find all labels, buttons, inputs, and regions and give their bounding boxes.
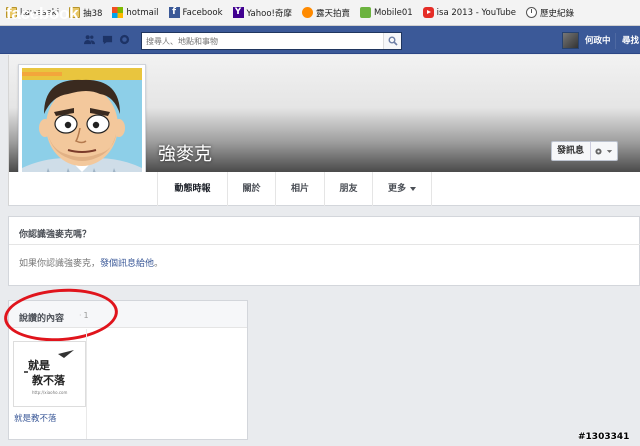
user-name-link[interactable]: 何政中 [585, 34, 611, 46]
tab-about[interactable]: 關於 [227, 172, 275, 206]
yahoo-icon: Y [232, 7, 244, 18]
chevron-down-icon [606, 149, 613, 153]
page-logo-line2: 教不落 [31, 373, 66, 387]
user-avatar[interactable] [562, 32, 579, 49]
search-box [141, 32, 402, 50]
header-divider [615, 33, 616, 49]
bookmarks-bar: kawasaki 抽38 hotmail f Facebook Y Yahoo!奇摩… [0, 0, 640, 26]
bookmark-facebook[interactable]: f Facebook [166, 2, 226, 24]
ruten-icon [301, 7, 313, 18]
card-divider [9, 244, 640, 245]
cartoon-face-image [22, 68, 142, 188]
find-friends-link[interactable]: 尋找 [622, 34, 639, 46]
messages-icon[interactable] [102, 34, 113, 45]
profile-name[interactable]: 強麥克 [158, 140, 212, 166]
bookmark-yahoo[interactable]: Y Yahoo!奇摩 [230, 2, 295, 24]
tab-more-label: 更多 [387, 184, 406, 194]
image-watermark: #1303341 [578, 432, 630, 442]
bookmark-history[interactable]: 歷史紀錄 [523, 2, 577, 24]
notifications-icon[interactable] [119, 34, 130, 45]
mobile01-icon [359, 7, 371, 18]
page-logo-image: 就是 教不落 http://xiaoho.com [14, 342, 85, 406]
bookmark-mobile01[interactable]: Mobile01 [357, 2, 416, 24]
tab-more[interactable]: 更多 [372, 172, 432, 206]
youtube-icon [422, 7, 434, 18]
bookmark-youtube[interactable]: isa 2013 - YouTube [420, 2, 519, 24]
liked-page-thumbnail[interactable]: 就是 教不落 http://xiaoho.com [13, 341, 86, 407]
search-input[interactable] [142, 33, 382, 49]
thumbnail-divider [86, 329, 87, 439]
know-person-title: 你認識強麥克嗎？ [19, 230, 92, 240]
gear-icon [595, 147, 602, 155]
page-logo-url: http://xiaoho.com [32, 390, 67, 395]
profile-options-button[interactable] [591, 142, 617, 160]
msn-icon [112, 7, 124, 18]
tab-friends[interactable]: 朋友 [324, 172, 372, 206]
page-logo-line1: 就是 [28, 358, 51, 372]
facebook-logo[interactable]: facebook [6, 4, 79, 24]
search-icon [388, 36, 398, 46]
message-button[interactable]: 發訊息 [551, 141, 619, 161]
search-button[interactable] [383, 33, 401, 49]
history-icon [526, 7, 538, 18]
friend-requests-icon[interactable] [84, 34, 95, 45]
facebook-icon: f [168, 7, 180, 18]
know-person-card [8, 216, 640, 286]
send-message-link[interactable]: 發個訊息給他 [100, 259, 154, 269]
message-button-label: 發訊息 [552, 142, 592, 160]
liked-page-name[interactable]: 就是教不落 [14, 412, 57, 424]
bookmark-hotmail[interactable]: hotmail [109, 2, 161, 24]
know-person-text: 如果你認識強麥克，發個訊息給他。 [19, 259, 164, 269]
tab-photos[interactable]: 相片 [275, 172, 324, 206]
bookmark-ruten[interactable]: 露天拍賣 [299, 2, 353, 24]
chevron-down-icon [410, 186, 416, 191]
tab-timeline[interactable]: 動態時報 [157, 172, 227, 206]
